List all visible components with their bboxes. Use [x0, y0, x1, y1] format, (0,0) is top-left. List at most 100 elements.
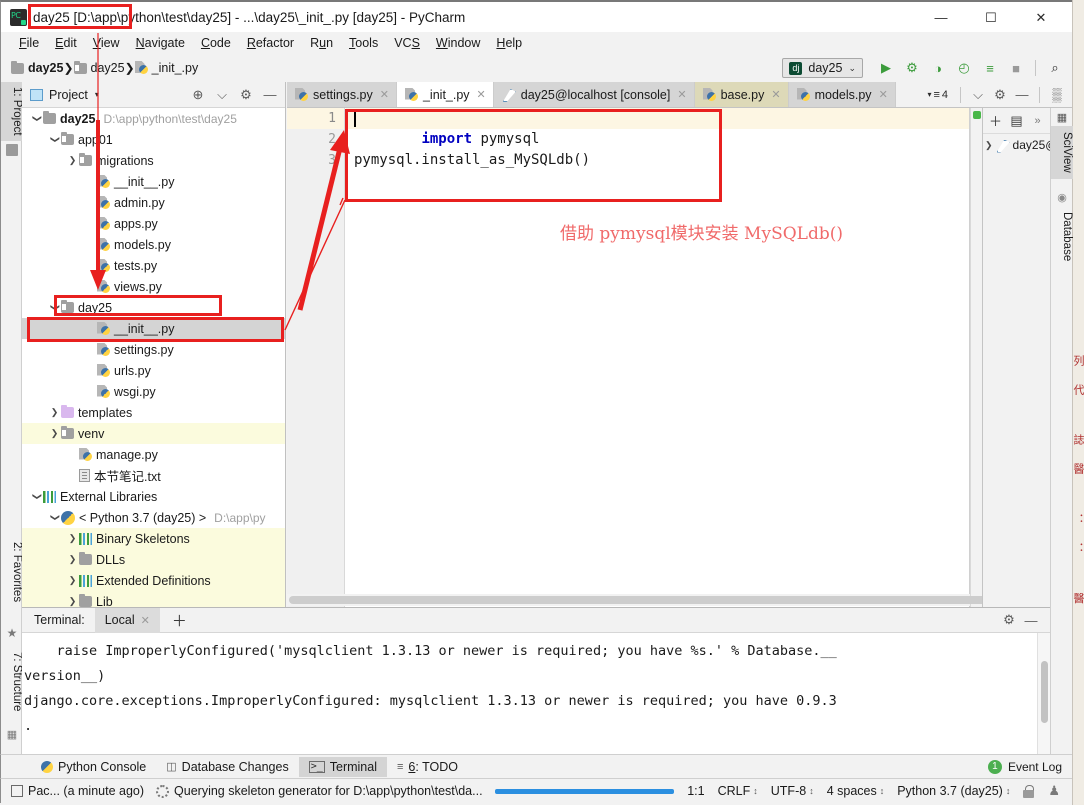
menu-item-edit[interactable]: Edit — [47, 34, 85, 52]
tree-row[interactable]: __init__.py — [22, 318, 285, 339]
tree-row[interactable]: settings.py — [22, 339, 285, 360]
menu-item-file[interactable]: FFileile — [11, 34, 47, 52]
editor-tab-console[interactable]: day25@localhost [console] ✕ — [493, 82, 695, 107]
chevron-right-icon[interactable] — [66, 575, 79, 586]
menu-item-run[interactable]: Run — [302, 34, 341, 52]
event-log-area[interactable]: 1 Event Log — [987, 759, 1072, 774]
tree-row[interactable]: 本节笔记.txt — [22, 465, 285, 486]
lock-toggle[interactable] — [1023, 784, 1035, 798]
bottom-button-terminal[interactable]: >_ Terminal — [298, 756, 387, 777]
tree-row[interactable]: DLLs — [22, 549, 285, 570]
bottom-button-todo[interactable]: ≡ 6: TODO — [387, 757, 468, 777]
chevron-right-icon[interactable] — [66, 155, 79, 166]
editor-tab-settings[interactable]: settings.py ✕ — [287, 82, 397, 107]
hide-icon[interactable]: — — [1011, 84, 1033, 106]
tree-row[interactable]: < Python 3.7 (day25) > D:\app\py — [22, 507, 285, 528]
editor-tab-init[interactable]: _init_.py ✕ — [396, 82, 494, 107]
breadcrumb-item-file[interactable]: _init_.py — [135, 61, 198, 75]
editor-text-area[interactable]: import pymysql pymysql.install_as_MySQLd… — [346, 108, 969, 607]
sidebar-item-database[interactable]: Database — [1051, 206, 1073, 267]
file-encoding-selector[interactable]: UTF-8 ↕ — [771, 784, 814, 798]
chevron-down-icon[interactable] — [30, 113, 43, 124]
console-session-row[interactable]: ❯ day25@ — [983, 134, 1050, 156]
menu-item-view[interactable]: View — [85, 34, 128, 52]
scrollbar-thumb[interactable] — [289, 596, 1005, 604]
menu-item-vcs[interactable]: VCS — [386, 34, 428, 52]
new-console-icon[interactable]: ＋ — [986, 111, 1005, 131]
close-icon[interactable]: ✕ — [141, 614, 150, 627]
chevron-down-icon[interactable] — [48, 512, 61, 523]
tree-row[interactable]: models.py — [22, 234, 285, 255]
editor-marker-gutter[interactable] — [970, 108, 982, 607]
tree-row[interactable]: wsgi.py — [22, 381, 285, 402]
menu-item-tools[interactable]: Tools — [341, 34, 386, 52]
package-status-item[interactable]: Pac... (a minute ago) — [11, 784, 144, 798]
bottom-button-python-console[interactable]: Python Console — [31, 757, 156, 777]
close-icon[interactable]: ✕ — [380, 88, 389, 101]
collapse-all-icon[interactable]: ⌵ — [967, 84, 989, 106]
stop-button[interactable]: ■ — [1003, 56, 1029, 80]
close-icon[interactable]: ✕ — [477, 88, 486, 101]
chevron-right-icon[interactable] — [48, 407, 61, 418]
sidebar-item-project[interactable]: 1: Project — [1, 82, 23, 141]
chevron-down-icon[interactable] — [48, 134, 61, 145]
grid-view-icon[interactable]: ▒ — [1046, 84, 1068, 106]
close-button[interactable]: ✕ — [1018, 2, 1064, 33]
tree-row[interactable]: apps.py — [22, 213, 285, 234]
maximize-button[interactable]: ☐ — [968, 2, 1014, 33]
python-interpreter-selector[interactable]: Python 3.7 (day25) ↕ — [897, 784, 1010, 798]
tree-row[interactable]: views.py — [22, 276, 285, 297]
code-editor[interactable]: 1 2 3 import pymysql pymysql.install_as_… — [287, 108, 970, 607]
menu-item-window[interactable]: Window — [428, 34, 488, 52]
bottom-button-database-changes[interactable]: ◫ Database Changes — [156, 757, 298, 777]
terminal-tab-local[interactable]: Local ✕ — [94, 607, 160, 633]
breadcrumb-item-project[interactable]: day25 — [11, 60, 63, 75]
tree-row[interactable]: urls.py — [22, 360, 285, 381]
tree-row[interactable]: __init__.py — [22, 171, 285, 192]
close-icon[interactable]: ✕ — [771, 88, 780, 101]
locate-icon[interactable]: ⊕ — [187, 84, 209, 106]
tree-row[interactable]: day25 D:\app\python\test\day25 — [22, 108, 285, 129]
chevron-down-icon[interactable] — [30, 491, 43, 502]
search-everywhere-button[interactable]: ⌕ — [1042, 56, 1068, 80]
collapse-all-icon[interactable]: ⌵ — [211, 84, 233, 106]
run-configuration-selector[interactable]: dj day25 ⌄ — [782, 58, 863, 78]
profile-button[interactable]: ◴ — [951, 56, 977, 80]
tree-row[interactable]: Binary Skeletons — [22, 528, 285, 549]
settings-gear-icon[interactable]: ⚙ — [998, 609, 1020, 631]
menu-item-help[interactable]: Help — [488, 34, 530, 52]
chevron-right-icon[interactable] — [48, 428, 61, 439]
minimize-button[interactable]: — — [918, 2, 964, 33]
menu-item-navigate[interactable]: Navigate — [128, 34, 193, 52]
run-button[interactable]: ▶ — [873, 56, 899, 80]
chevron-right-icon[interactable]: ❯ — [985, 140, 993, 151]
tree-row[interactable]: admin.py — [22, 192, 285, 213]
settings-gear-icon[interactable]: ⚙ — [235, 84, 257, 106]
tree-row[interactable]: Extended Definitions — [22, 570, 285, 591]
tree-row[interactable]: tests.py — [22, 255, 285, 276]
run-with-params-button[interactable]: ≡ — [977, 56, 1003, 80]
menu-item-refactor[interactable]: Refactor — [239, 34, 302, 52]
background-task-item[interactable]: Querying skeleton generator for D:\app\p… — [156, 784, 483, 798]
chevron-right-icon[interactable] — [66, 554, 79, 565]
terminal-scrollbar[interactable] — [1037, 633, 1050, 754]
project-tree[interactable]: day25 D:\app\python\test\day25 app01 migrat… — [22, 108, 285, 607]
debug-button[interactable]: ⚙ — [899, 56, 925, 80]
close-icon[interactable]: ✕ — [879, 88, 888, 101]
editor-tab-base[interactable]: base.py ✕ — [694, 82, 789, 107]
chevron-down-icon[interactable]: ▾ — [95, 90, 99, 99]
hector-toggle[interactable]: ♟ — [1048, 783, 1060, 799]
line-separator-selector[interactable]: CRLF ↕ — [718, 784, 758, 798]
editor-tab-models[interactable]: models.py ✕ — [788, 82, 896, 107]
menu-item-code[interactable]: Code — [193, 34, 239, 52]
tree-row[interactable]: templates — [22, 402, 285, 423]
editor-horizontal-scrollbar[interactable] — [287, 594, 1005, 606]
terminal-output[interactable]: raise ImproperlyConfigured('mysqlclient … — [22, 633, 1050, 754]
copy-icon[interactable]: ▤ — [1007, 111, 1026, 131]
chevron-right-icon[interactable] — [66, 596, 79, 607]
indent-selector[interactable]: 4 spaces ↕ — [827, 784, 885, 798]
sidebar-item-sciview[interactable]: SciView — [1051, 126, 1073, 179]
hide-icon[interactable]: — — [259, 84, 281, 106]
sidebar-item-favorites[interactable]: 2: Favorites — [1, 537, 23, 607]
run-coverage-button[interactable]: ◑ — [925, 56, 951, 80]
